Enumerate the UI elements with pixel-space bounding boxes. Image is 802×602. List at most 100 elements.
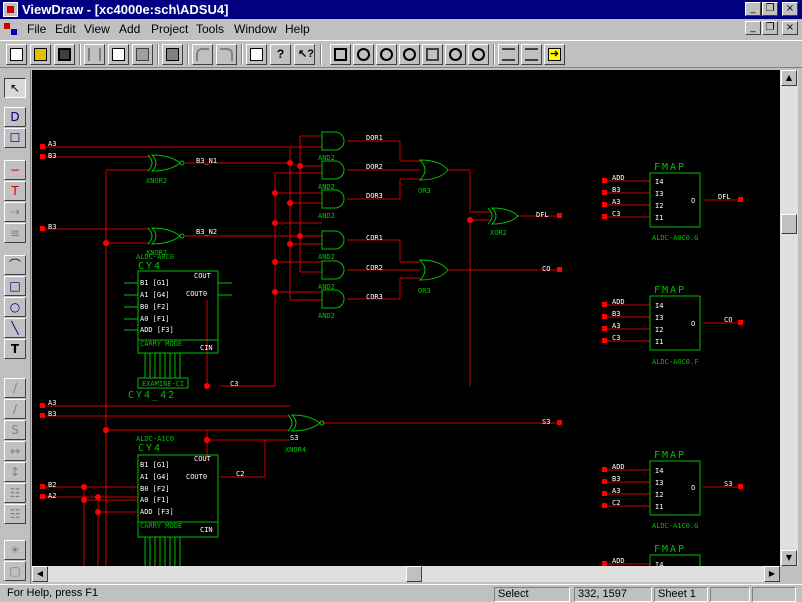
circle-tool[interactable]: ○ bbox=[4, 297, 26, 317]
scroll-left-button[interactable]: ◀ bbox=[32, 566, 48, 582]
menu-file[interactable]: File bbox=[27, 22, 46, 36]
hatch-tool[interactable]: ≡ bbox=[4, 223, 26, 243]
net-cor3: COR3 bbox=[366, 293, 383, 301]
minimize-button[interactable]: _ bbox=[745, 2, 761, 16]
toolbar: ? ↖? ➜ bbox=[0, 40, 802, 68]
net-cor1: COR1 bbox=[366, 234, 383, 242]
scroll-corner bbox=[780, 566, 798, 582]
schematic-canvas[interactable]: XNOR2 XNOR2 AND2 AND2 AND2 AND2 AND2 AND… bbox=[32, 70, 780, 566]
copy-button[interactable] bbox=[108, 44, 129, 65]
light-tool[interactable]: ☀ bbox=[4, 540, 26, 560]
document-icon[interactable] bbox=[3, 21, 19, 37]
horizontal-scrollbar[interactable]: ◀ ▶ bbox=[32, 566, 780, 582]
text-tool[interactable]: T bbox=[4, 339, 26, 359]
line-tool[interactable]: ╲ bbox=[4, 318, 26, 338]
input-b3-mid: B3 bbox=[48, 410, 56, 418]
menu-project[interactable]: Project bbox=[151, 22, 188, 36]
restore-button[interactable]: ❐ bbox=[762, 2, 778, 16]
arc-tool[interactable]: ⌒ bbox=[4, 255, 26, 275]
undo-button[interactable] bbox=[192, 44, 213, 65]
xnor-label-1: XNOR2 bbox=[146, 177, 167, 185]
paste-button[interactable] bbox=[132, 44, 153, 65]
net-dor1: DOR1 bbox=[366, 134, 383, 142]
net-s3-mid: S3 bbox=[290, 434, 298, 442]
zoom-select-button[interactable] bbox=[422, 44, 443, 65]
bus-tap-tool[interactable]: T bbox=[4, 181, 26, 201]
input-a3: A3 bbox=[48, 140, 56, 148]
ungroup-tool[interactable]: ☷ bbox=[4, 504, 26, 524]
app-icon[interactable] bbox=[3, 2, 18, 17]
menu-help[interactable]: Help bbox=[285, 22, 310, 36]
flip-tool[interactable]: ↔ bbox=[4, 441, 26, 461]
zoom-fit-button[interactable] bbox=[330, 44, 351, 65]
print-button[interactable] bbox=[162, 44, 183, 65]
save-button[interactable] bbox=[54, 44, 75, 65]
zoom-area-button[interactable] bbox=[399, 44, 420, 65]
box-tool[interactable]: □ bbox=[4, 276, 26, 296]
cy4-top-pin-cout0: COUT0 bbox=[186, 290, 207, 298]
pencil-tool[interactable]: ∕ bbox=[4, 378, 26, 398]
context-help-button[interactable]: ↖? bbox=[294, 44, 315, 65]
cy4-bot-pin-a1: A1 [G4] bbox=[140, 473, 170, 481]
push-button[interactable] bbox=[498, 44, 519, 65]
bus-tool[interactable]: ⇢ bbox=[4, 202, 26, 222]
save-icon bbox=[58, 48, 71, 61]
fmap1-pin-o: O bbox=[691, 197, 695, 205]
net-cor2: COR2 bbox=[366, 264, 383, 272]
marker-tool[interactable]: ▢ bbox=[4, 561, 26, 581]
fmap2-title: FMAP bbox=[654, 285, 686, 296]
help-button[interactable]: ? bbox=[270, 44, 291, 65]
zoom-box-tool[interactable]: ☐ bbox=[4, 128, 26, 148]
menu-add[interactable]: Add bbox=[119, 22, 140, 36]
vertical-scroll-thumb[interactable] bbox=[781, 214, 797, 234]
fmap2-pin-o: O bbox=[691, 320, 695, 328]
open-button[interactable] bbox=[30, 44, 51, 65]
menu-tools[interactable]: Tools bbox=[196, 22, 224, 36]
status-extra-2 bbox=[752, 587, 796, 602]
scroll-right-button[interactable]: ▶ bbox=[764, 566, 780, 582]
menu-window[interactable]: Window bbox=[234, 22, 277, 36]
scroll-up-button[interactable]: ▲ bbox=[781, 70, 797, 86]
zoom-out-button[interactable] bbox=[376, 44, 397, 65]
pop-button[interactable] bbox=[521, 44, 542, 65]
fmap1-pin-i3: I3 bbox=[655, 190, 663, 198]
and-label-2: AND2 bbox=[318, 183, 335, 191]
redraw-button[interactable] bbox=[468, 44, 489, 65]
net-tool[interactable]: − bbox=[4, 160, 26, 180]
cy4-top-pin-cin: CIN bbox=[200, 344, 213, 352]
go-button[interactable]: ➜ bbox=[544, 44, 565, 65]
menu-edit[interactable]: Edit bbox=[55, 22, 76, 36]
net-dor2: DOR2 bbox=[366, 163, 383, 171]
scroll-down-button[interactable]: ▼ bbox=[781, 550, 797, 566]
group-tool[interactable]: ☷ bbox=[4, 483, 26, 503]
fmap3-pin-o: O bbox=[691, 484, 695, 492]
zoom-in-button[interactable] bbox=[353, 44, 374, 65]
doc-restore-button[interactable]: ❐ bbox=[762, 21, 778, 35]
zoom-area-icon bbox=[403, 48, 416, 61]
pan-button[interactable] bbox=[445, 44, 466, 65]
doc-close-button[interactable]: × bbox=[782, 21, 798, 35]
output-dfl: DFL bbox=[536, 211, 549, 219]
component-tool[interactable]: D bbox=[4, 107, 26, 127]
cut-icon bbox=[88, 48, 101, 61]
brush-tool[interactable]: ∕ bbox=[4, 399, 26, 419]
output-co: CO bbox=[542, 265, 550, 273]
close-button[interactable]: × bbox=[782, 2, 798, 16]
rotate-tool[interactable]: S bbox=[4, 420, 26, 440]
properties-button[interactable] bbox=[246, 44, 267, 65]
menu-view[interactable]: View bbox=[84, 22, 110, 36]
new-button[interactable] bbox=[6, 44, 27, 65]
horizontal-scroll-thumb[interactable] bbox=[406, 566, 422, 582]
xor-label: XOR2 bbox=[490, 229, 507, 237]
select-tool[interactable]: ↖ bbox=[4, 78, 26, 98]
fmap1-pin-i2: I2 bbox=[655, 202, 663, 210]
mirror-tool[interactable]: ↕ bbox=[4, 462, 26, 482]
cut-button[interactable] bbox=[84, 44, 105, 65]
fmap3-title: FMAP bbox=[654, 450, 686, 461]
print-icon bbox=[166, 48, 179, 61]
vertical-scrollbar[interactable]: ▲ ▼ bbox=[780, 70, 798, 566]
cy4-bot-pin-b1: B1 [G1] bbox=[140, 461, 170, 469]
redo-button[interactable] bbox=[216, 44, 237, 65]
pop-icon bbox=[525, 48, 538, 61]
doc-minimize-button[interactable]: _ bbox=[745, 21, 761, 35]
